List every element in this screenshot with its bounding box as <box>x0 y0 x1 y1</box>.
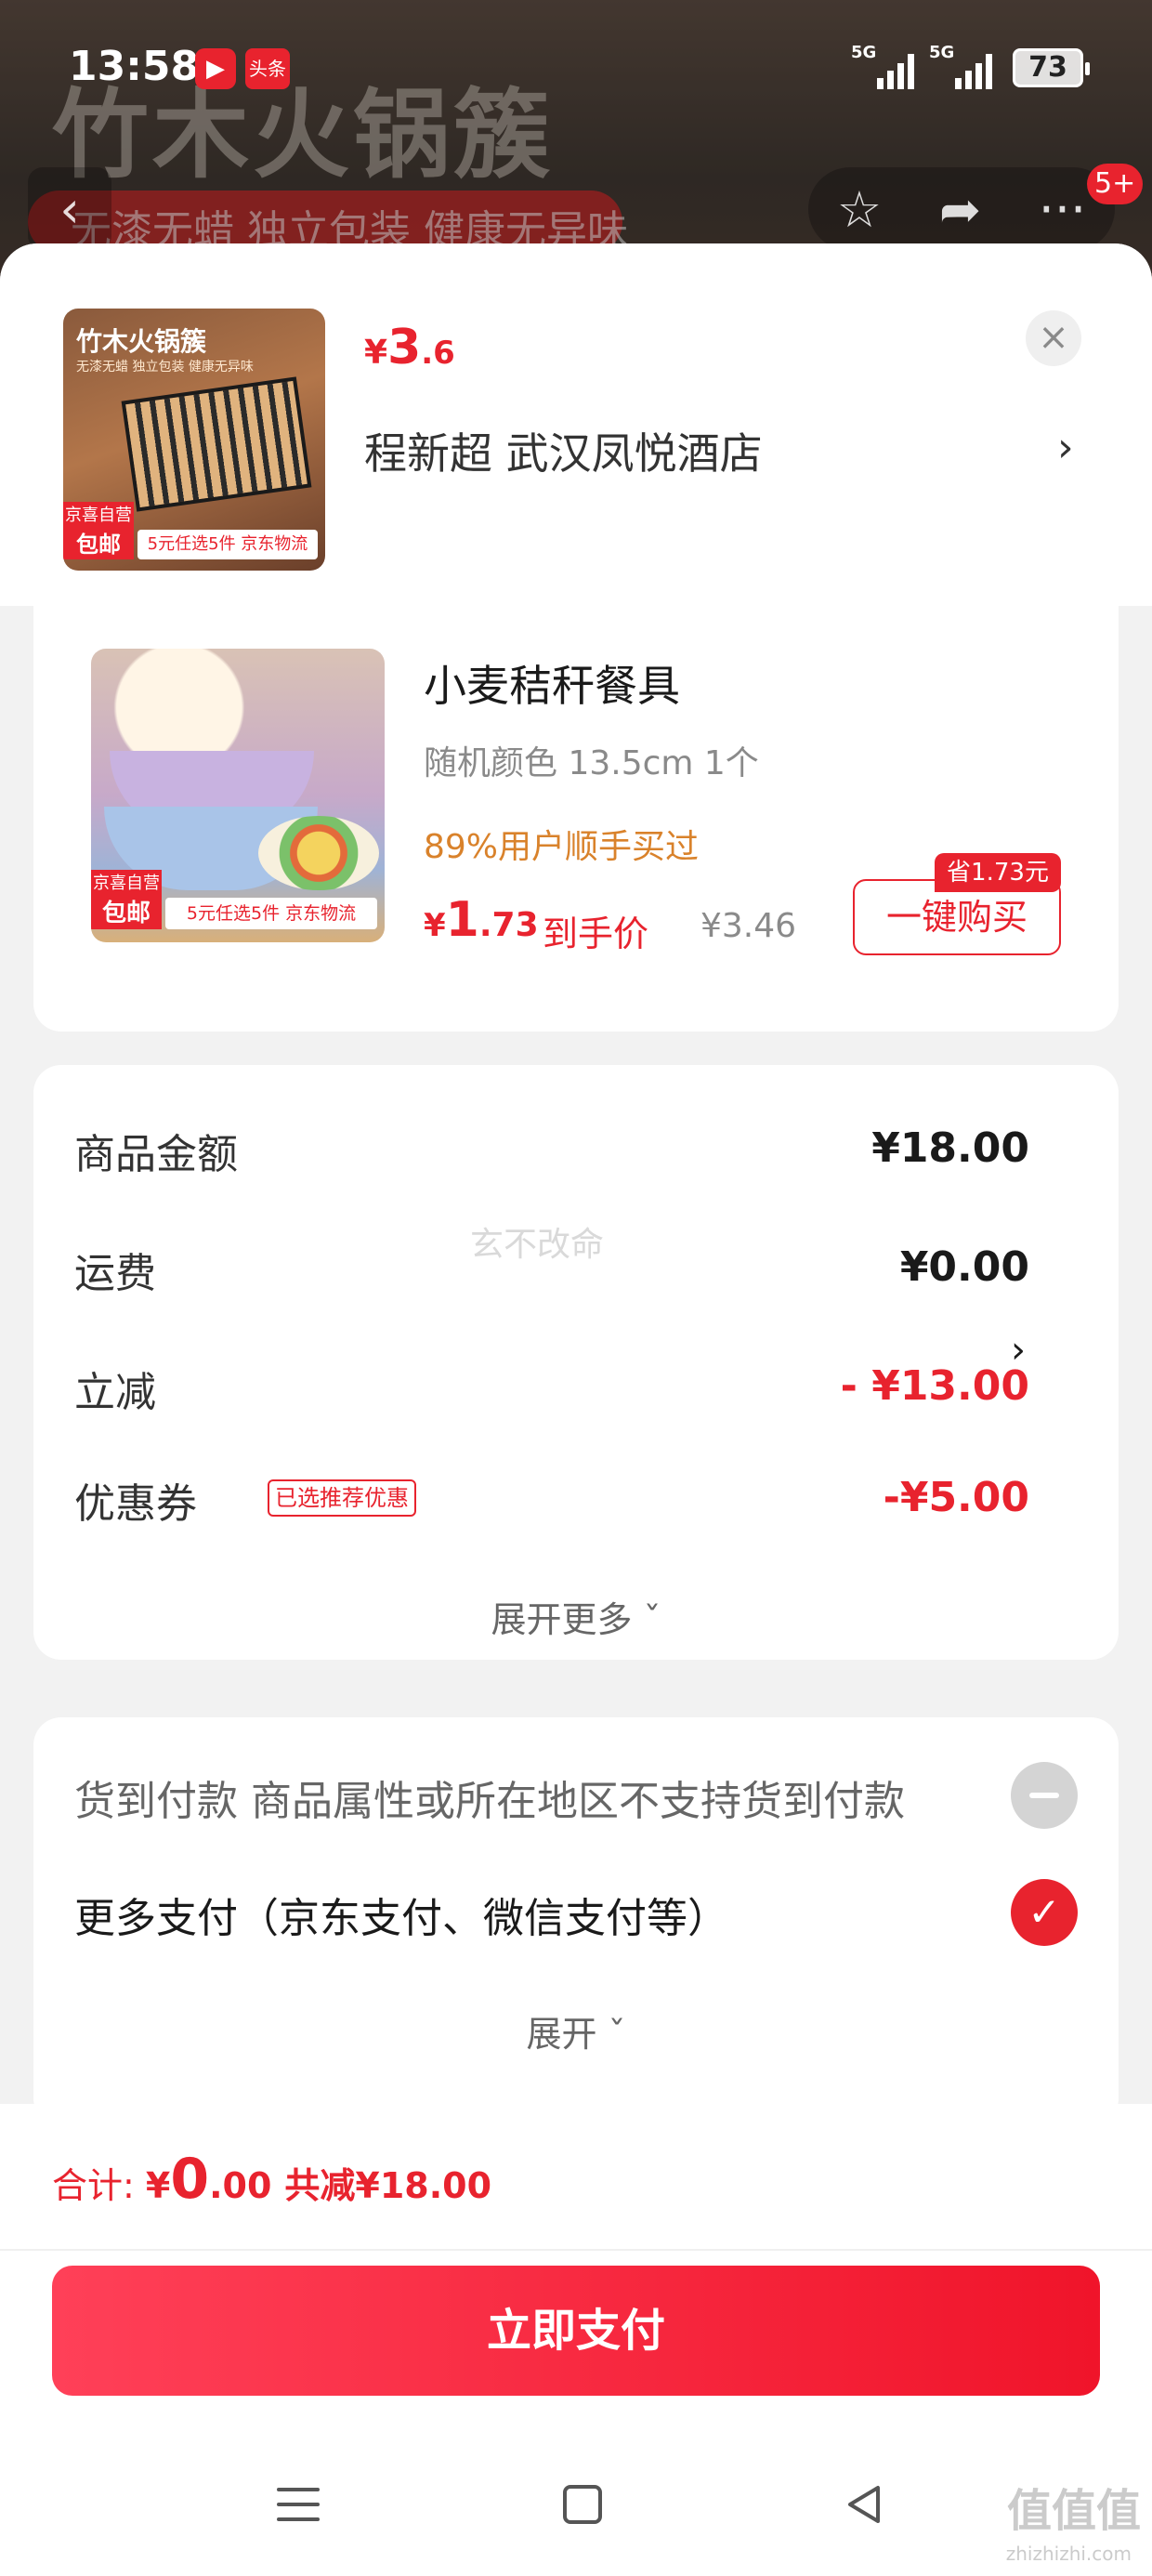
amount-value: ¥18.00 <box>871 1124 1029 1172</box>
home-icon[interactable] <box>550 2472 615 2537</box>
pay-now-button[interactable]: 立即支付 <box>52 2266 1100 2396</box>
address-chevron-icon[interactable]: › <box>1057 424 1074 471</box>
delivery-address[interactable]: 程新超 武汉凤悦酒店 <box>364 420 763 481</box>
status-bar: 13:58 ▶ 头条 5G 5G 73 <box>0 0 1152 139</box>
payment-option-cod: 货到付款 商品属性或所在地区不支持货到付款 <box>74 1758 1078 1833</box>
message-badge: 5+ <box>1087 164 1144 204</box>
checked-radio-icon[interactable]: ✓ <box>1011 1879 1078 1946</box>
status-time: 13:58 <box>69 43 200 90</box>
corner-watermark-url: zhizhizhi.com <box>1005 2543 1132 2565</box>
amount-row-coupon[interactable]: 优惠券 已选推荐优惠 -¥5.00 <box>74 1470 1029 1528</box>
total-summary: 合计: ¥0.00 共减¥18.00 <box>52 2147 492 2212</box>
chopsticks-image <box>121 376 312 512</box>
back-icon[interactable]: ‹ <box>28 167 111 251</box>
background-action-group: ☆ ➦ ··· <box>808 167 1115 251</box>
total-saved: 共减¥18.00 <box>284 2165 492 2206</box>
thumb-subtitle: 无漆无蜡 独立包装 健康无异味 <box>76 360 254 375</box>
recommend-original-price: ¥3.46 <box>700 907 797 945</box>
recommend-thumbnail[interactable]: 京喜自营 包邮 5元任选5件 京东物流 <box>91 649 385 942</box>
star-icon[interactable]: ☆ <box>837 180 882 239</box>
amount-label: 商品金额 <box>74 1131 238 1178</box>
amount-label: 优惠券 <box>74 1480 197 1528</box>
corner-watermark: 值值值 <box>1006 2485 1141 2537</box>
video-app-icon: ▶ <box>195 48 236 89</box>
save-badge: 省1.73元 <box>935 853 1061 892</box>
system-nav-bar: 值值值 zhizhizhi.com <box>0 2435 1152 2576</box>
amount-row-shipping: 运费 ¥0.00 <box>74 1240 1029 1297</box>
coupon-chevron-icon[interactable]: › <box>1011 1329 1026 1372</box>
recommend-product-name[interactable]: 小麦秸秆餐具 <box>424 652 680 714</box>
expand-more-button[interactable]: 展开更多 ˇ <box>33 1591 1119 1642</box>
payment-option-label: 货到付款 商品属性或所在地区不支持货到付款 <box>74 1778 905 1825</box>
payment-option-label: 更多支付（京东支付、微信支付等） <box>74 1895 728 1942</box>
thumb-tag-free-shipping: 包邮 <box>63 530 134 559</box>
recommend-price: ¥1.73 <box>424 892 539 948</box>
thumb-tag-promo: 5元任选5件 京东物流 <box>165 898 377 929</box>
battery-icon: 73 <box>1013 48 1090 87</box>
amount-label: 立减 <box>74 1369 156 1416</box>
amount-value: -¥5.00 <box>883 1474 1029 1521</box>
recommend-spec: 随机颜色 13.5cm 1个 <box>424 744 759 782</box>
divider <box>0 2249 1152 2251</box>
recommend-price-label: 到手价 <box>543 913 649 954</box>
close-icon[interactable]: × <box>1026 310 1081 366</box>
thumb-title: 竹木火锅簇 <box>76 326 207 357</box>
product-price: ¥3.6 <box>364 320 455 375</box>
disabled-radio-icon <box>1011 1762 1078 1829</box>
news-app-icon: 头条 <box>245 48 290 89</box>
amount-label: 运费 <box>74 1250 156 1297</box>
product-thumbnail[interactable]: 竹木火锅簇 无漆无蜡 独立包装 健康无异味 京喜自营 包邮 5元任选5件 京东物… <box>63 309 325 571</box>
thumb-tag-self: 京喜自营 <box>63 502 134 530</box>
menu-icon[interactable] <box>266 2472 331 2537</box>
amount-value: - ¥13.00 <box>840 1362 1029 1410</box>
payment-option-more[interactable]: 更多支付（京东支付、微信支付等） ✓ <box>74 1875 1078 1950</box>
recommend-buyers: 89%用户顺手买过 <box>424 828 700 866</box>
more-icon[interactable]: ··· <box>1039 180 1087 239</box>
nav-back-icon[interactable] <box>832 2472 897 2537</box>
sheet-header: 竹木火锅簇 无漆无蜡 独立包装 健康无异味 京喜自营 包邮 5元任选5件 京东物… <box>0 243 1152 606</box>
thumb-tag-free-shipping: 包邮 <box>91 898 162 929</box>
amount-summary-card: 商品金额 ¥18.00 玄不改命 运费 ¥0.00 立减 - ¥13.00 优惠… <box>33 1065 1119 1660</box>
thumb-tag-self: 京喜自营 <box>91 870 162 898</box>
payment-method-card: 货到付款 商品属性或所在地区不支持货到付款 更多支付（京东支付、微信支付等） ✓… <box>33 1717 1119 2126</box>
thumb-tag-promo: 5元任选5件 京东物流 <box>137 530 318 559</box>
amount-row-discount: 立减 - ¥13.00 <box>74 1359 1029 1416</box>
expand-button[interactable]: 展开 ˇ <box>33 2005 1119 2057</box>
coupon-tag: 已选推荐优惠 <box>268 1479 416 1517</box>
share-icon[interactable]: ➦ <box>939 180 981 239</box>
food-image <box>258 816 379 890</box>
recommend-card: 京喜自营 包邮 5元任选5件 京东物流 小麦秸秆餐具 随机颜色 13.5cm 1… <box>33 597 1119 1032</box>
amount-row-goods: 商品金额 ¥18.00 <box>74 1121 1029 1178</box>
amount-value: ¥0.00 <box>899 1243 1029 1291</box>
